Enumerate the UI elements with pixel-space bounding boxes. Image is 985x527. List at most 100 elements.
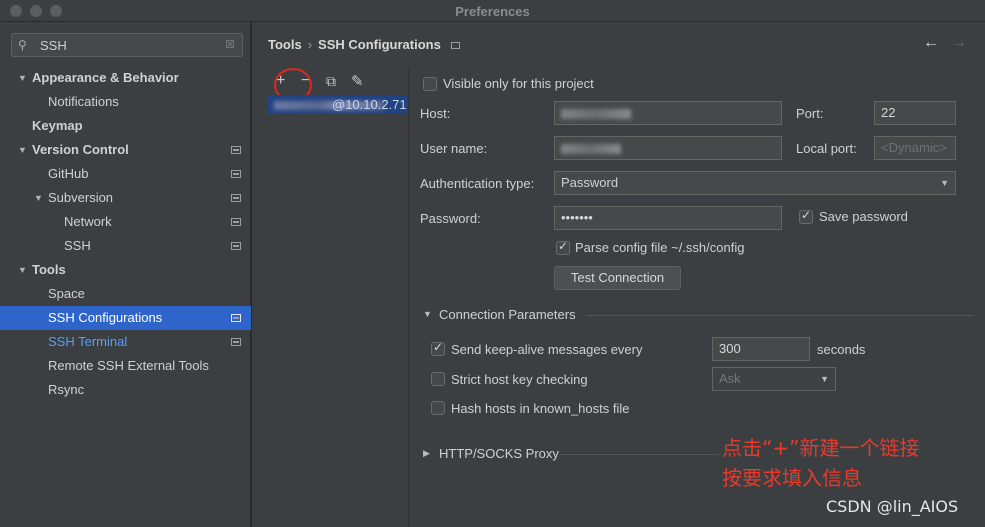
tree-label: Tools <box>32 262 66 277</box>
auth-type-select[interactable]: Password ▼ <box>554 171 956 195</box>
ssh-connection-item[interactable]: @10.10.2.71 <box>268 95 409 114</box>
section-divider <box>586 315 973 316</box>
tree-label: Version Control <box>32 142 129 157</box>
port-input[interactable]: 22 <box>874 101 956 125</box>
chevron-down-icon[interactable]: ▼ <box>18 66 27 90</box>
strict-host-key-select[interactable]: Ask ▼ <box>712 367 836 391</box>
tree-label: SSH Terminal <box>48 334 128 349</box>
visible-only-checkbox[interactable] <box>423 77 437 91</box>
chevron-right-icon[interactable]: ▶ <box>423 448 430 459</box>
title-bar: Preferences <box>0 0 985 22</box>
host-label: Host: <box>420 106 451 121</box>
tree-item-network[interactable]: Network <box>0 210 251 234</box>
breadcrumb-current: SSH Configurations <box>318 37 441 52</box>
project-settings-icon <box>231 338 241 346</box>
breadcrumb-separator: › <box>307 37 313 52</box>
window-title: Preferences <box>455 4 530 19</box>
settings-sidebar: ⚲ SSH ⊠ ▼ Appearance & Behavior Notifica… <box>0 22 251 527</box>
keepalive-checkbox[interactable] <box>431 340 445 356</box>
chevron-down-icon[interactable]: ▼ <box>423 309 432 319</box>
keepalive-label: Send keep-alive messages every <box>451 342 643 357</box>
strict-host-key-value: Ask <box>719 371 741 386</box>
chevron-down-icon: ▼ <box>940 178 949 188</box>
tree-item-notifications[interactable]: Notifications <box>0 90 251 114</box>
user-name-input[interactable] <box>554 136 782 160</box>
password-label: Password: <box>420 211 481 226</box>
annotation-line-2: 按要求填入信息 <box>722 466 862 490</box>
tree-item-github[interactable]: GitHub <box>0 162 251 186</box>
visible-only-label: Visible only for this project <box>443 76 594 91</box>
local-port-input[interactable]: <Dynamic> <box>874 136 956 160</box>
auth-type-value: Password <box>561 175 619 190</box>
tree-label: SSH <box>64 238 91 253</box>
port-label: Port: <box>796 106 824 121</box>
host-input[interactable] <box>554 101 782 125</box>
forward-arrow-icon[interactable]: → <box>951 34 967 52</box>
annotation-line-1: 点击“+”新建一个链接 <box>722 436 920 460</box>
connection-parameters-section[interactable]: ▼ Connection Parameters <box>423 307 973 325</box>
project-settings-icon <box>231 218 241 226</box>
tree-label: Rsync <box>48 382 85 397</box>
strict-host-key-checkbox[interactable] <box>431 372 445 386</box>
parse-config-checkbox[interactable] <box>556 239 570 255</box>
test-connection-button[interactable]: Test Connection <box>554 266 681 290</box>
tree-label: GitHub <box>48 166 89 181</box>
proxy-section[interactable]: ▶ HTTP/SOCKS Proxy <box>423 446 723 464</box>
redacted-text <box>561 108 631 119</box>
tree-item-subversion[interactable]: ▼ Subversion <box>0 186 251 210</box>
proxy-title: HTTP/SOCKS Proxy <box>439 446 559 461</box>
auth-type-label: Authentication type: <box>420 176 535 191</box>
edit-icon[interactable]: ✎ <box>351 72 364 90</box>
search-icon: ⚲ <box>18 38 27 52</box>
chevron-down-icon[interactable]: ▼ <box>18 138 27 162</box>
tree-item-version-control[interactable]: ▼ Version Control <box>0 138 251 162</box>
save-password-checkbox[interactable] <box>799 208 813 224</box>
tree-label: Notifications <box>48 94 119 109</box>
project-settings-icon <box>231 314 241 322</box>
tree-label: Space <box>48 286 85 301</box>
tree-label: Remote SSH External Tools <box>48 358 209 373</box>
settings-tree: ▼ Appearance & Behavior Notifications Ke… <box>0 66 251 402</box>
project-settings-icon <box>231 194 241 202</box>
search-input[interactable]: SSH <box>40 38 67 53</box>
tree-item-remote-ssh-tools[interactable]: Remote SSH External Tools <box>0 354 251 378</box>
tree-label: Subversion <box>48 190 114 205</box>
tree-item-space[interactable]: Space <box>0 282 251 306</box>
tree-item-keymap[interactable]: Keymap <box>0 114 251 138</box>
clear-search-icon[interactable]: ⊠ <box>225 37 235 51</box>
tree-label: SSH Configurations <box>48 310 163 325</box>
breadcrumb: Tools › SSH Configurations <box>268 37 460 52</box>
breadcrumb-parent[interactable]: Tools <box>268 37 302 52</box>
hash-hosts-checkbox[interactable] <box>431 401 445 415</box>
watermark: CSDN @lin_AIOS <box>826 497 959 516</box>
tree-label: Appearance & Behavior <box>32 70 179 85</box>
keepalive-input[interactable]: 300 <box>712 337 810 361</box>
chevron-down-icon: ▼ <box>820 374 829 384</box>
chevron-down-icon[interactable]: ▼ <box>34 186 43 210</box>
seconds-label: seconds <box>817 342 866 357</box>
back-arrow-icon[interactable]: ← <box>923 34 939 52</box>
tree-item-ssh-terminal[interactable]: SSH Terminal <box>0 330 251 354</box>
hash-hosts-label: Hash hosts in known_hosts file <box>451 401 630 416</box>
strict-host-key-label: Strict host key checking <box>451 372 588 387</box>
tree-item-ssh-configurations[interactable]: SSH Configurations <box>0 306 251 330</box>
tree-item-ssh[interactable]: SSH <box>0 234 251 258</box>
tree-item-appearance[interactable]: ▼ Appearance & Behavior <box>0 66 251 90</box>
section-divider <box>559 454 719 455</box>
user-name-label: User name: <box>420 141 488 156</box>
connection-parameters-title: Connection Parameters <box>439 307 576 322</box>
tree-label: Network <box>64 214 112 229</box>
tree-item-rsync[interactable]: Rsync <box>0 378 251 402</box>
ssh-config-list-pane: + − ⧉ ✎ @10.10.2.71 <box>264 68 409 527</box>
parse-config-label: Parse config file ~/.ssh/config <box>575 240 745 255</box>
redacted-text <box>561 143 621 154</box>
copy-icon[interactable]: ⧉ <box>326 73 336 90</box>
connection-host-text: @10.10.2.71 <box>332 97 407 112</box>
chevron-down-icon[interactable]: ▼ <box>18 258 27 282</box>
settings-search[interactable]: ⚲ SSH ⊠ <box>11 33 243 57</box>
project-settings-icon <box>231 242 241 250</box>
tree-item-tools[interactable]: ▼ Tools <box>0 258 251 282</box>
tree-label: Keymap <box>32 118 83 133</box>
project-settings-icon <box>231 170 241 178</box>
password-input[interactable]: ••••••• <box>554 206 782 230</box>
